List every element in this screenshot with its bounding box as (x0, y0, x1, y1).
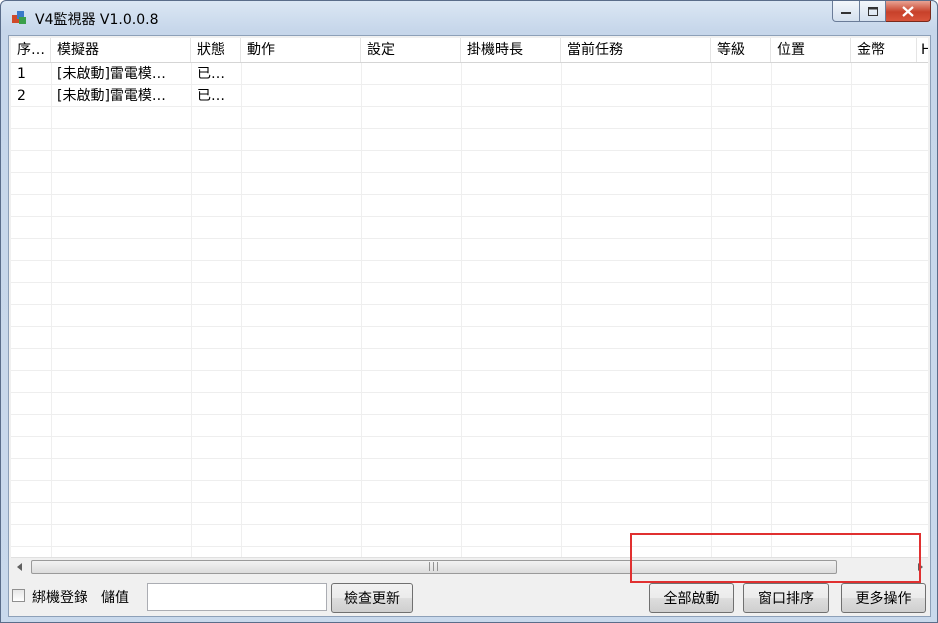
table-row[interactable]: 2 [未啟動]雷電模… 已… (11, 85, 928, 107)
scroll-thumb[interactable]: ||| (31, 560, 837, 574)
client-area: 序… 模擬器 狀態 動作 設定 掛機時長 當前任務 等級 位置 金幣 H (8, 35, 931, 617)
bottom-toolbar: 綁機登錄 儲值 檢查更新 全部啟動 窗口排序 更多操作 (9, 577, 930, 616)
bind-login-checkbox[interactable] (12, 589, 25, 602)
scroll-left-button[interactable] (11, 558, 28, 575)
empty-row (11, 283, 928, 305)
column-header[interactable]: 動作 (241, 38, 361, 62)
row-status: 已… (197, 66, 225, 82)
more-actions-button[interactable]: 更多操作 (841, 583, 926, 613)
empty-row (11, 305, 928, 327)
empty-row (11, 327, 928, 349)
empty-row (11, 173, 928, 195)
empty-row (11, 371, 928, 393)
empty-row (11, 437, 928, 459)
empty-row (11, 195, 928, 217)
scroll-right-button[interactable] (911, 558, 928, 575)
row-emulator: [未啟動]雷電模… (57, 88, 166, 104)
minimize-icon (841, 12, 851, 14)
empty-row (11, 459, 928, 481)
empty-row (11, 151, 928, 173)
maximize-button[interactable] (860, 1, 886, 22)
row-index: 2 (17, 88, 26, 104)
recharge-input[interactable] (147, 583, 327, 611)
column-header[interactable]: H (917, 38, 928, 62)
column-header[interactable]: 掛機時長 (461, 38, 561, 62)
app-window: V4監視器 V1.0.0.8 序… 模擬器 狀態 動作 設定 掛機時長 當前任務 (0, 0, 938, 623)
close-button[interactable] (886, 1, 931, 22)
empty-row (11, 129, 928, 151)
list-header: 序… 模擬器 狀態 動作 設定 掛機時長 當前任務 等級 位置 金幣 H (11, 38, 928, 63)
minimize-button[interactable] (832, 1, 860, 22)
close-icon (902, 5, 914, 17)
check-update-button[interactable]: 檢查更新 (331, 583, 413, 613)
window-controls (832, 1, 931, 23)
column-header[interactable]: 等級 (711, 38, 771, 62)
maximize-icon (867, 6, 878, 16)
empty-row (11, 393, 928, 415)
row-emulator: [未啟動]雷電模… (57, 66, 166, 82)
emulator-list[interactable]: 序… 模擬器 狀態 動作 設定 掛機時長 當前任務 等級 位置 金幣 H (11, 38, 928, 575)
table-row[interactable]: 1 [未啟動]雷電模… 已… (11, 63, 928, 85)
window-title: V4監視器 V1.0.0.8 (35, 12, 159, 28)
empty-row (11, 525, 928, 547)
app-icon (12, 11, 26, 24)
column-header[interactable]: 當前任務 (561, 38, 711, 62)
scroll-left-icon (16, 562, 22, 571)
column-header[interactable]: 金幣 (851, 38, 917, 62)
row-index: 1 (17, 66, 26, 82)
empty-row (11, 239, 928, 261)
empty-row (11, 217, 928, 239)
scroll-right-icon (917, 562, 923, 571)
empty-row (11, 503, 928, 525)
horizontal-scrollbar[interactable]: ||| (11, 557, 928, 575)
title-bar[interactable]: V4監視器 V1.0.0.8 (1, 1, 937, 35)
arrange-windows-button[interactable]: 窗口排序 (743, 583, 829, 613)
empty-row (11, 481, 928, 503)
scroll-grip-icon: ||| (428, 562, 441, 572)
empty-row (11, 261, 928, 283)
bind-login-label[interactable]: 綁機登錄 (32, 587, 87, 607)
recharge-label: 儲值 (101, 590, 129, 606)
column-header[interactable]: 位置 (771, 38, 851, 62)
column-header[interactable]: 狀態 (191, 38, 241, 62)
row-status: 已… (197, 88, 225, 104)
empty-row (11, 349, 928, 371)
empty-row (11, 415, 928, 437)
column-header[interactable]: 模擬器 (51, 38, 191, 62)
empty-row (11, 107, 928, 129)
column-header[interactable]: 序… (11, 38, 51, 62)
start-all-button[interactable]: 全部啟動 (649, 583, 734, 613)
column-header[interactable]: 設定 (361, 38, 461, 62)
